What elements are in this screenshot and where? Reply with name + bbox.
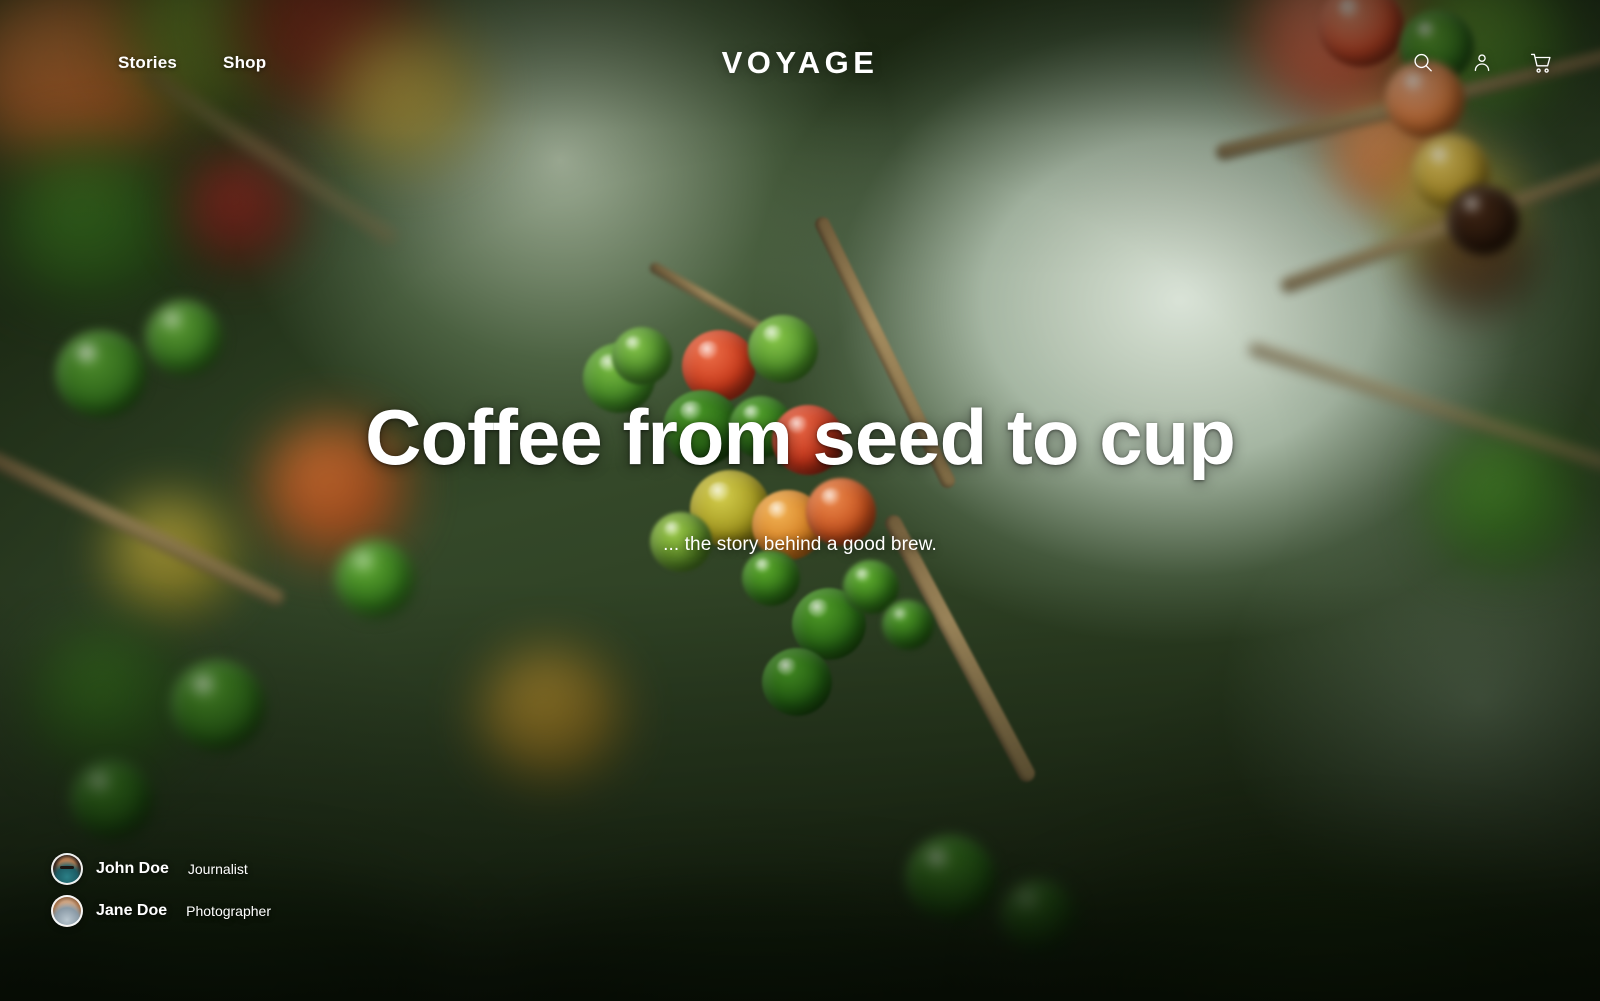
author-credits: John Doe Journalist Jane Doe Photographe… xyxy=(51,853,271,927)
avatar xyxy=(51,853,83,885)
site-logo[interactable]: VOYAGE xyxy=(722,45,879,81)
header-actions xyxy=(1410,50,1554,76)
nav-link-shop[interactable]: Shop xyxy=(223,53,266,73)
credit-role: Photographer xyxy=(186,903,271,919)
primary-navigation: Stories Shop xyxy=(118,53,266,73)
credit-name: John Doe xyxy=(96,860,169,877)
avatar xyxy=(51,895,83,927)
nav-link-stories[interactable]: Stories xyxy=(118,53,177,73)
credit-item-journalist[interactable]: John Doe Journalist xyxy=(51,853,271,885)
cart-icon[interactable] xyxy=(1528,50,1554,76)
credit-name: Jane Doe xyxy=(96,902,168,919)
credit-role: Journalist xyxy=(187,861,248,877)
user-icon[interactable] xyxy=(1469,50,1495,76)
site-header: Stories Shop VOYAGE xyxy=(0,0,1600,126)
page-title: Coffee from seed to cup xyxy=(365,393,1236,481)
hero-copy: Coffee from seed to cup ... the story be… xyxy=(0,398,1600,556)
hero-subtitle: ... the story behind a good brew. xyxy=(663,534,937,555)
search-icon[interactable] xyxy=(1410,50,1436,76)
hero-section: Stories Shop VOYAGE Coffee from seed to … xyxy=(0,0,1600,1001)
credit-item-photographer[interactable]: Jane Doe Photographer xyxy=(51,895,271,927)
